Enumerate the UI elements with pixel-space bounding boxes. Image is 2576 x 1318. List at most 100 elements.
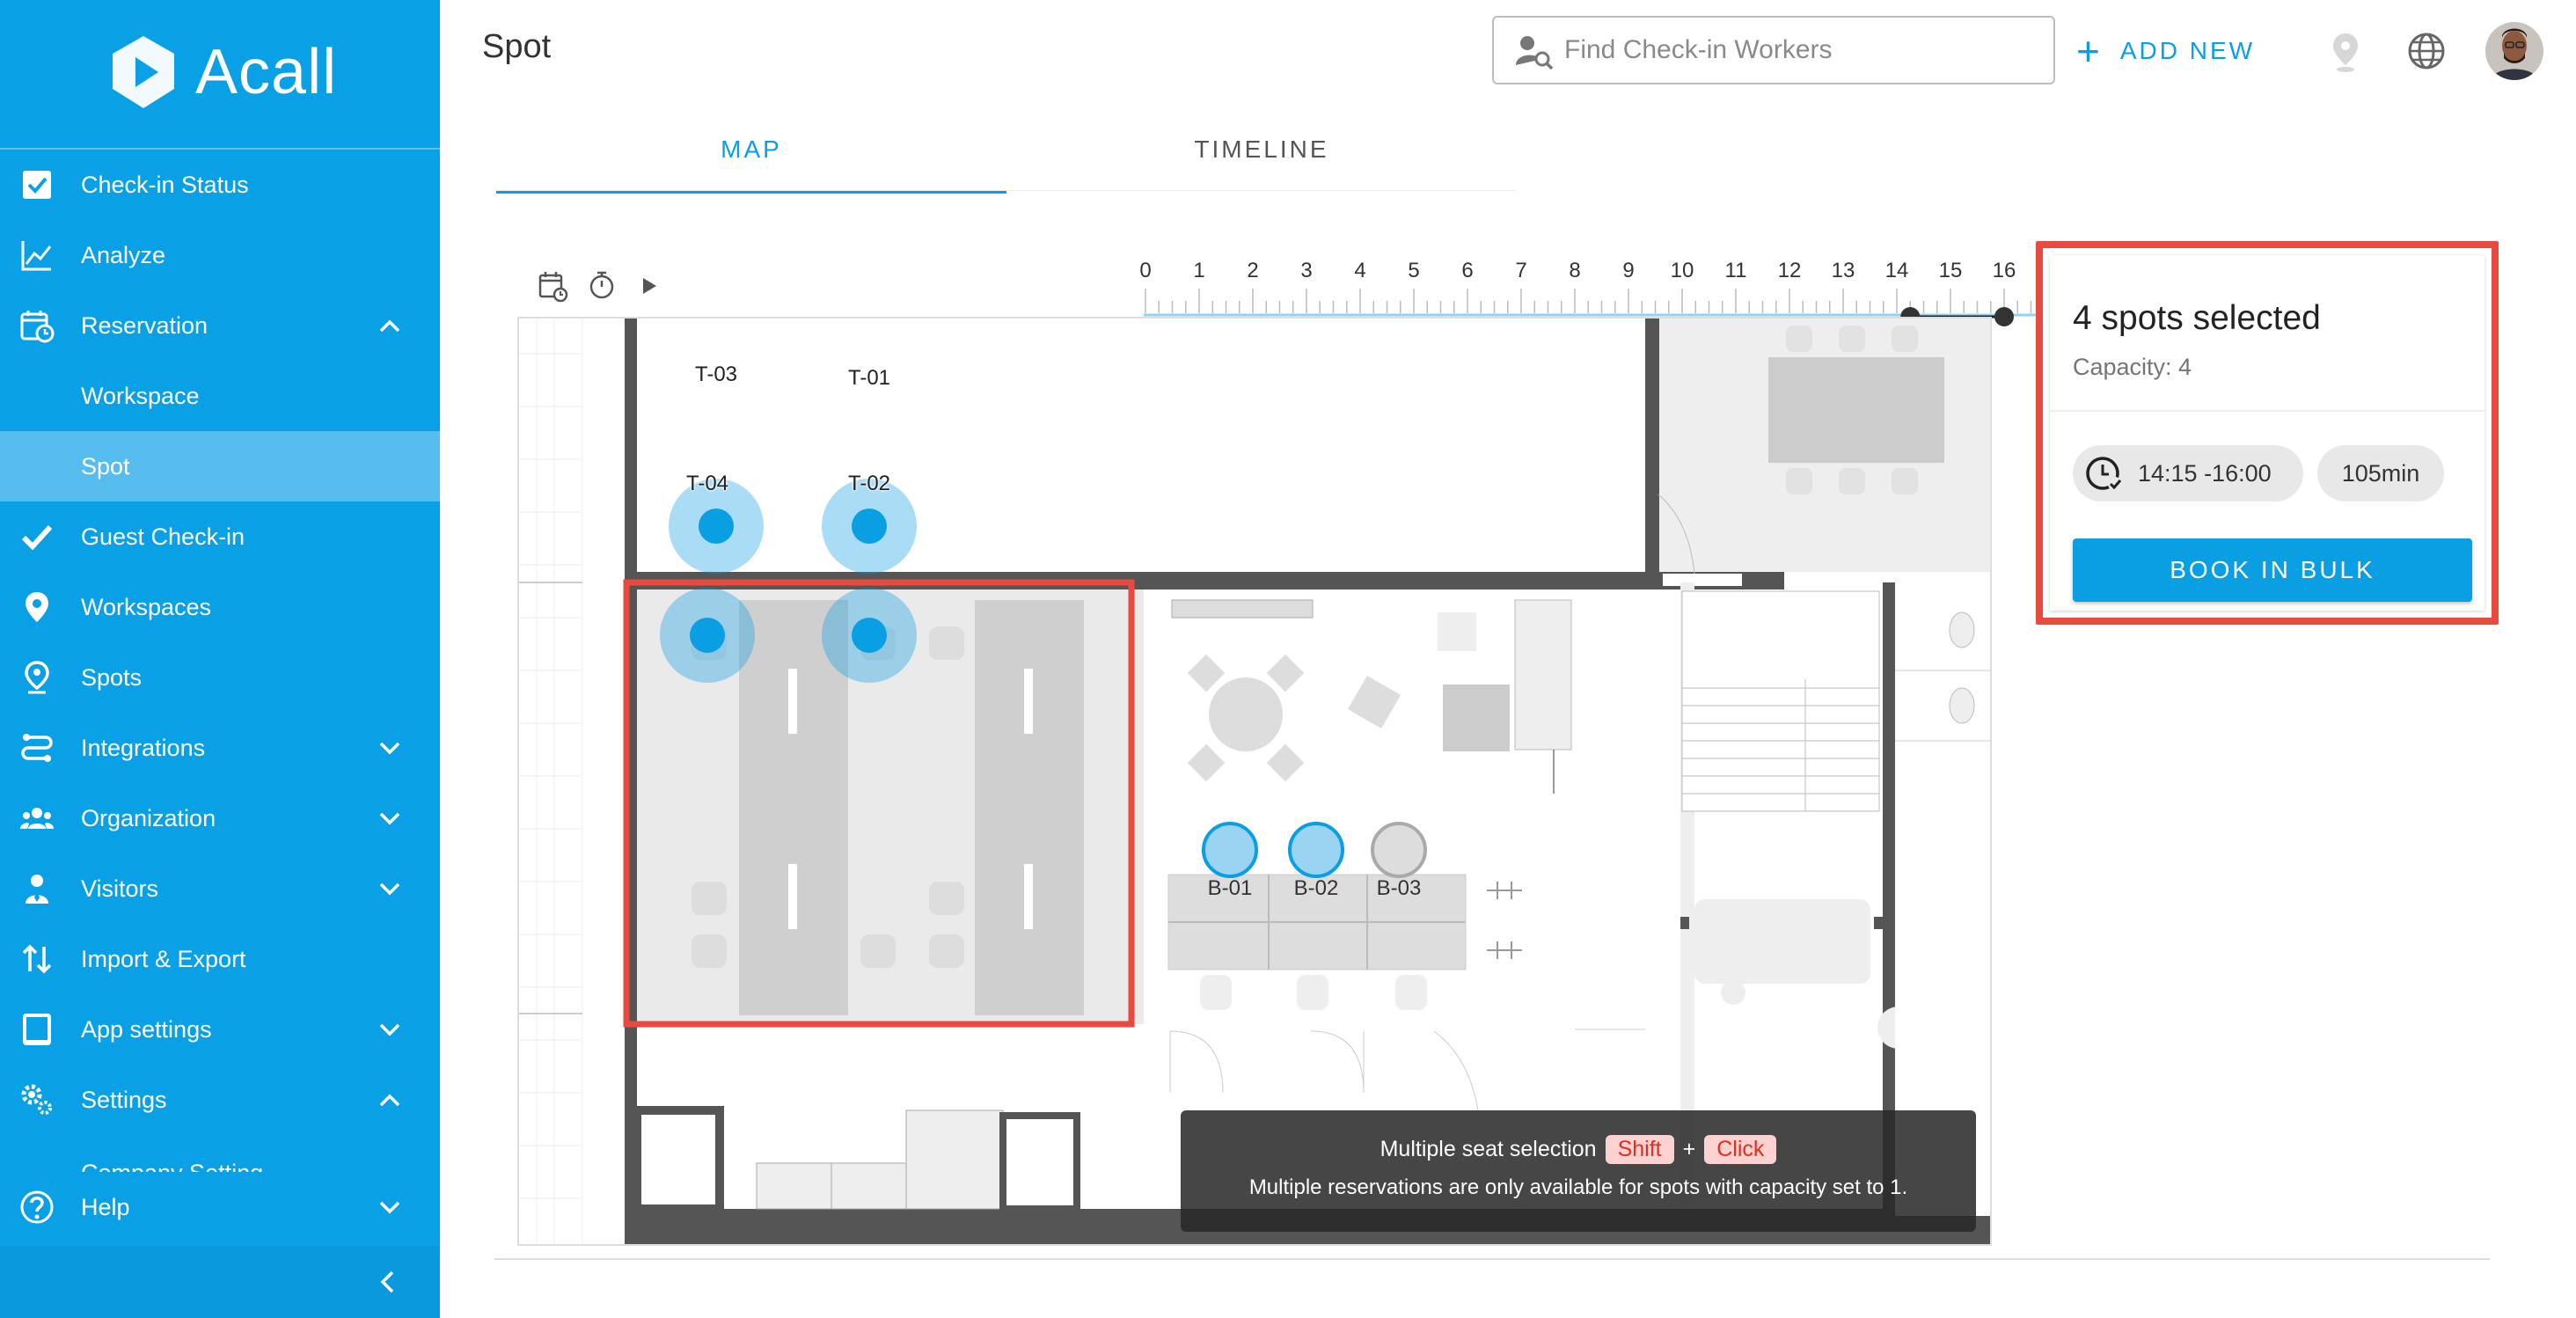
tablet-icon — [23, 1014, 51, 1045]
chevron-left-icon[interactable] — [375, 1269, 401, 1295]
card-divider — [2050, 410, 2485, 412]
add-new-label: ADD NEW — [2119, 37, 2256, 64]
duration-text: 105min — [2341, 459, 2420, 487]
sidebar-item-import-export[interactable]: Import & Export — [0, 924, 440, 994]
sidebar-item-label: Help — [81, 1193, 130, 1220]
sidebar-item-reservation[interactable]: Reservation — [0, 290, 440, 361]
plus-sign: + — [1682, 1137, 1696, 1161]
sidebar-item-visitors[interactable]: Visitors — [0, 853, 440, 924]
globe-icon[interactable] — [2407, 32, 2446, 70]
sidebar-item-check-in-status[interactable]: Check-in Status — [0, 150, 440, 220]
click-badge: Click — [1704, 1135, 1777, 1164]
visitor-icon — [26, 875, 48, 904]
range-end-handle[interactable] — [1994, 307, 2014, 326]
sidebar-item-label: Workspaces — [81, 593, 212, 620]
clock-icon — [2086, 457, 2122, 491]
chevron-down-icon — [379, 882, 400, 896]
sidebar-item-label: Analyze — [81, 241, 166, 268]
sidebar-item-label: App settings — [81, 1015, 212, 1043]
sidebar-item-label: Spots — [81, 663, 143, 691]
sidebar-item-help[interactable]: Help — [0, 1172, 440, 1242]
sidebar-item-label: Workspace — [81, 382, 200, 409]
tab-timeline[interactable]: TIMELINE — [1006, 114, 1517, 194]
app-logo[interactable]: Acall — [104, 28, 337, 116]
selection-capacity: Capacity: 4 — [2073, 354, 2192, 380]
app-name: Acall — [195, 37, 338, 107]
sidebar-item-label: Organization — [81, 804, 216, 831]
floor-plan — [519, 319, 1990, 1244]
spot-T-03[interactable]: T-03 — [681, 362, 751, 387]
sidebar-subitem-company-setting[interactable]: Company Setting — [0, 1135, 440, 1175]
toast-line-2: Multiple reservations are only available… — [1248, 1175, 1908, 1199]
tab-map[interactable]: MAP — [496, 114, 1006, 194]
selection-card: 4 spots selected Capacity: 4 14:15 -16:0… — [2050, 255, 2485, 611]
floor-map[interactable]: T-03 T-01 T-04 T-02 B-01 B-02 B-03 — [517, 317, 1992, 1246]
time-range-chip: 14:15 -16:00 — [2073, 445, 2303, 502]
sidebar-item-spots[interactable]: Spots — [0, 642, 440, 713]
info-toast: Multiple seat selection Shift + Click Mu… — [1181, 1110, 1976, 1232]
toast-line-1: Multiple seat selection Shift + Click — [1181, 1135, 1976, 1164]
chevron-down-icon — [379, 812, 400, 825]
location-icon[interactable] — [2328, 30, 2363, 74]
sidebar-item-label: Reservation — [81, 311, 209, 339]
sidebar-item-integrations[interactable]: Integrations — [0, 713, 440, 783]
sidebar-item-settings[interactable]: Settings — [0, 1065, 440, 1135]
tabs-divider — [496, 190, 1517, 191]
spot-T-01[interactable]: T-01 — [834, 366, 904, 391]
integrations-icon — [21, 734, 53, 762]
gear-icon — [21, 1084, 52, 1115]
sidebar: Acall Check-in Status Analyze Reservatio… — [0, 0, 440, 1318]
chevron-down-icon — [379, 742, 400, 755]
chevron-up-icon — [379, 319, 400, 333]
search-input[interactable] — [1564, 30, 2039, 70]
page-title: Spot — [482, 28, 552, 65]
plus-icon: + — [2076, 28, 2103, 74]
sidebar-footer — [0, 1246, 440, 1318]
sidebar-item-analyze[interactable]: Analyze — [0, 220, 440, 290]
sidebar-subitem-spot[interactable]: Spot — [0, 431, 440, 502]
spot-T-04[interactable]: T-04 — [672, 472, 743, 496]
avatar[interactable] — [2485, 21, 2544, 81]
chevron-down-icon — [379, 1023, 400, 1036]
selection-panel: 4 spots selected Capacity: 4 14:15 -16:0… — [2036, 241, 2499, 625]
sidebar-item-label: Integrations — [81, 734, 206, 761]
people-icon — [20, 808, 54, 829]
search-box[interactable] — [1492, 16, 2055, 84]
chevron-down-icon — [379, 1201, 400, 1214]
help-icon — [20, 1190, 54, 1224]
import-export-icon — [22, 944, 52, 974]
sidebar-item-organization[interactable]: Organization — [0, 783, 440, 853]
spot-B-02[interactable]: B-02 — [1281, 876, 1351, 901]
calendar-clock-icon — [20, 311, 55, 343]
spot-B-01[interactable]: B-01 — [1195, 876, 1265, 901]
content-bottom-border — [494, 1258, 2490, 1260]
duration-chip: 105min — [2317, 445, 2444, 502]
sidebar-item-workspaces[interactable]: Workspaces — [0, 572, 440, 642]
sidebar-item-guest-check-in[interactable]: Guest Check-in — [0, 502, 440, 572]
main-content: Spot + ADD NEW MAP TIMELINE 012345678910… — [440, 0, 2576, 1318]
sidebar-item-app-settings[interactable]: App settings — [0, 994, 440, 1065]
sidebar-item-label: Import & Export — [81, 945, 246, 972]
sidebar-subitem-workspace[interactable]: Workspace — [0, 361, 440, 431]
sidebar-item-label: Guest Check-in — [81, 523, 245, 550]
person-search-icon — [1516, 36, 1554, 70]
spot-T-02[interactable]: T-02 — [834, 472, 904, 496]
book-in-bulk-button[interactable]: BOOK IN BULK — [2073, 538, 2472, 602]
chevron-up-icon — [379, 1094, 400, 1107]
location-pin-icon — [26, 592, 48, 622]
check-icon — [21, 524, 53, 551]
pin-person-icon — [25, 661, 49, 694]
sidebar-item-label: Spot — [81, 452, 130, 480]
sidebar-item-label: Visitors — [81, 875, 159, 902]
acall-logo-icon — [113, 36, 174, 108]
spot-B-03[interactable]: B-03 — [1364, 876, 1434, 901]
add-new-button[interactable]: + ADD NEW — [2076, 26, 2255, 76]
shift-key-badge: Shift — [1605, 1135, 1674, 1164]
view-tabs: MAP TIMELINE — [496, 114, 1517, 194]
chart-line-icon — [21, 241, 52, 271]
toast-text: Multiple seat selection — [1379, 1137, 1597, 1161]
sidebar-item-label: Settings — [81, 1086, 167, 1113]
time-range-text: 14:15 -16:00 — [2138, 459, 2272, 487]
sidebar-item-label: Check-in Status — [81, 171, 249, 198]
selection-title: 4 spots selected — [2073, 299, 2321, 337]
